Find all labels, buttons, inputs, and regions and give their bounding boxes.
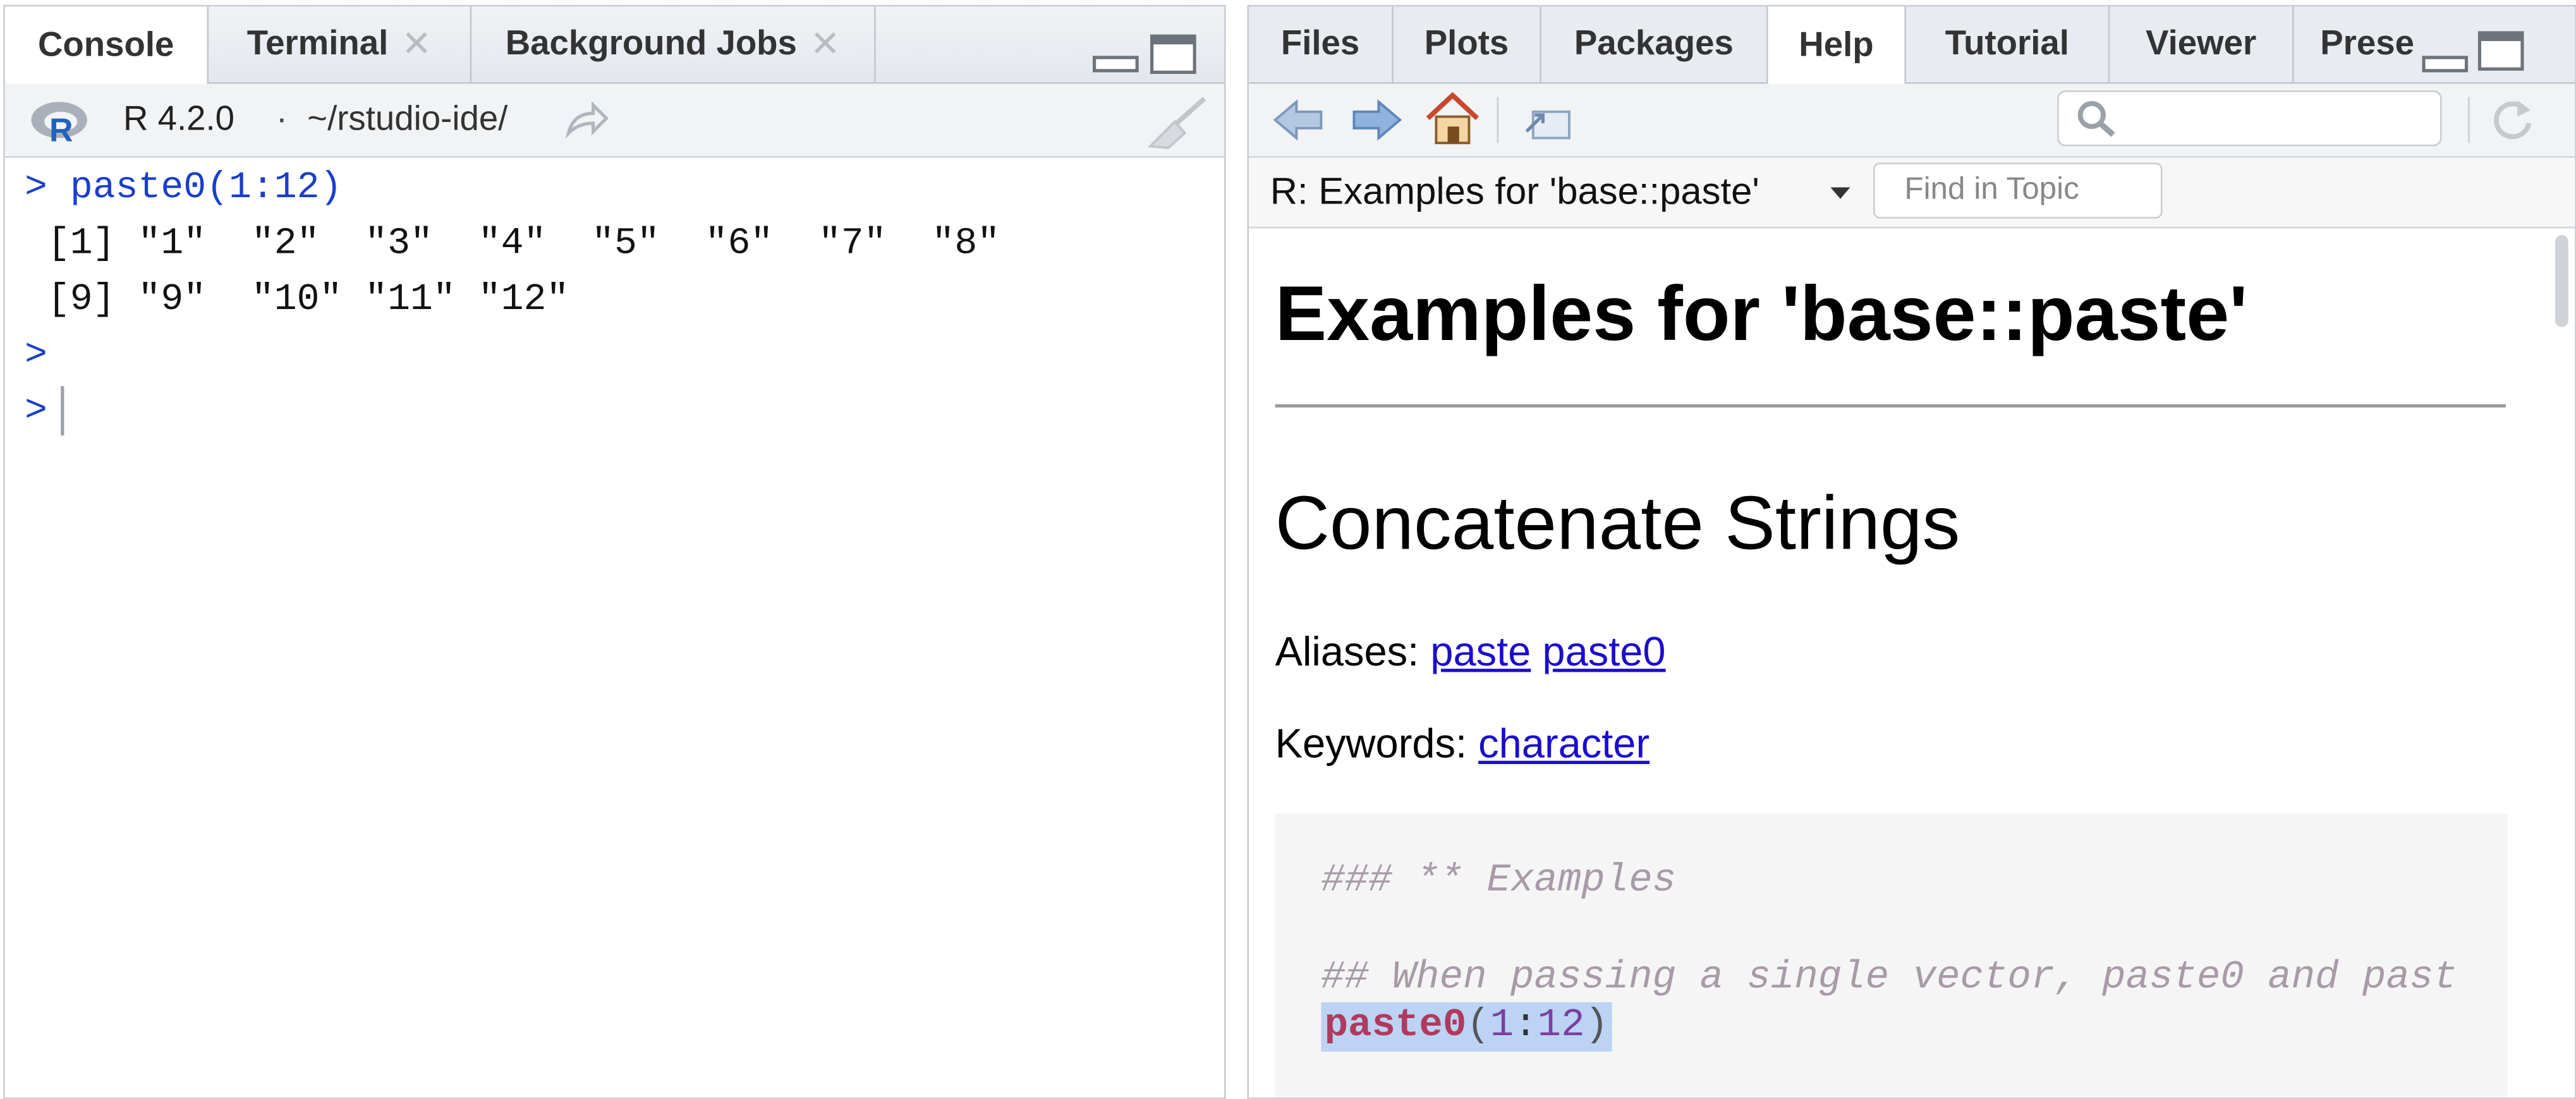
text-cursor — [60, 386, 64, 435]
help-search-input[interactable] — [2057, 90, 2442, 147]
toolbar-separator — [1497, 97, 1499, 143]
section-heading: Concatenate Strings — [1275, 480, 1960, 566]
page-title: Examples for 'base::paste' — [1275, 269, 2248, 357]
refresh-icon[interactable] — [2488, 95, 2537, 145]
popout-icon[interactable] — [1522, 100, 1574, 143]
tab-help[interactable]: Help — [1768, 6, 1906, 84]
tab-background-jobs[interactable]: Background Jobs ✕ — [471, 6, 876, 82]
code-comment: ## When passing a single vector, paste0 … — [1321, 956, 2457, 1001]
close-icon[interactable]: ✕ — [810, 23, 841, 66]
keywords-row: Keywords: character — [1275, 721, 1650, 768]
tab-presentation[interactable]: Prese — [2294, 6, 2442, 82]
find-placeholder: Find in Topic — [1904, 173, 2079, 207]
home-icon[interactable] — [1423, 90, 1483, 146]
console-toolbar: R R 4.2.0 · ~/rstudio-ide/ — [4, 83, 1224, 158]
find-in-topic-input[interactable]: Find in Topic — [1873, 162, 2163, 219]
maximize-icon[interactable] — [2477, 30, 2524, 73]
working-directory[interactable]: ~/rstudio-ide/ — [307, 100, 507, 140]
topic-title-dropdown[interactable]: R: Examples for 'base::paste' — [1270, 169, 1759, 214]
dropdown-caret-icon[interactable] — [1830, 187, 1850, 200]
forward-arrow-icon[interactable] — [1351, 95, 1403, 145]
tab-console[interactable]: Console — [4, 6, 209, 84]
tab-label: Terminal — [246, 25, 389, 63]
code-selection: paste0(1:12) — [1321, 1002, 1612, 1052]
help-topic-bar: R: Examples for 'base::paste' Find in To… — [1248, 157, 2575, 229]
files-tabbar: Files Plots Packages Help Tutorial Viewe… — [1248, 6, 2575, 84]
alias-link[interactable]: paste0 — [1542, 629, 1665, 676]
console-pane: Console Terminal ✕ Background Jobs ✕ R R… — [3, 4, 1226, 1099]
console-line: > — [25, 333, 47, 377]
keyword-link[interactable]: character — [1478, 721, 1649, 767]
tab-viewer[interactable]: Viewer — [2110, 6, 2294, 82]
tab-terminal[interactable]: Terminal ✕ — [209, 6, 472, 82]
help-document[interactable]: Examples for 'base::paste' Concatenate S… — [1248, 228, 2575, 1098]
tab-files[interactable]: Files — [1249, 6, 1394, 82]
tab-plots[interactable]: Plots — [1394, 6, 1541, 82]
console-line: > paste0(1:12) — [25, 166, 343, 209]
minimize-icon[interactable] — [2422, 36, 2469, 79]
aliases-row: Aliases: paste paste0 — [1275, 629, 1666, 676]
separator: · — [276, 100, 288, 138]
console-command: paste0(1:12) — [70, 166, 343, 209]
broom-icon[interactable] — [1145, 94, 1211, 150]
forward-arrow-icon[interactable] — [564, 100, 610, 140]
close-icon[interactable]: ✕ — [401, 23, 432, 66]
maximize-icon[interactable] — [1150, 33, 1196, 76]
minimize-icon[interactable] — [1092, 33, 1139, 76]
toolbar-separator — [2468, 97, 2470, 143]
console-line: [9] "9" "10" "11" "12" — [25, 277, 569, 320]
svg-text:R: R — [49, 112, 73, 147]
r-logo-icon: R — [31, 102, 87, 147]
help-toolbar — [1248, 83, 2575, 158]
code-example-block[interactable]: ### ** Examples ## When passing a single… — [1275, 813, 2508, 1098]
help-pane: Files Plots Packages Help Tutorial Viewe… — [1247, 4, 2576, 1099]
divider — [1275, 404, 2506, 408]
console-tabbar: Console Terminal ✕ Background Jobs ✕ — [4, 6, 1224, 84]
r-version-label: R 4.2.0 — [123, 100, 235, 138]
tab-tutorial[interactable]: Tutorial — [1906, 6, 2110, 82]
console-input-line[interactable]: > — [25, 383, 1205, 439]
code-comment: ### ** Examples — [1321, 859, 1677, 904]
console-line: [1] "1" "2" "3" "4" "5" "6" "7" "8" — [25, 222, 1000, 265]
back-arrow-icon[interactable] — [1272, 95, 1324, 145]
alias-link[interactable]: paste — [1430, 629, 1531, 676]
tab-label: Console — [38, 25, 174, 64]
search-icon — [2077, 100, 2115, 137]
tab-label: Background Jobs — [505, 25, 797, 63]
scrollbar-thumb[interactable] — [2555, 234, 2568, 327]
tab-packages[interactable]: Packages — [1541, 6, 1768, 82]
console-output[interactable]: > paste0(1:12) [1] "1" "2" "3" "4" "5" "… — [5, 158, 1224, 1098]
